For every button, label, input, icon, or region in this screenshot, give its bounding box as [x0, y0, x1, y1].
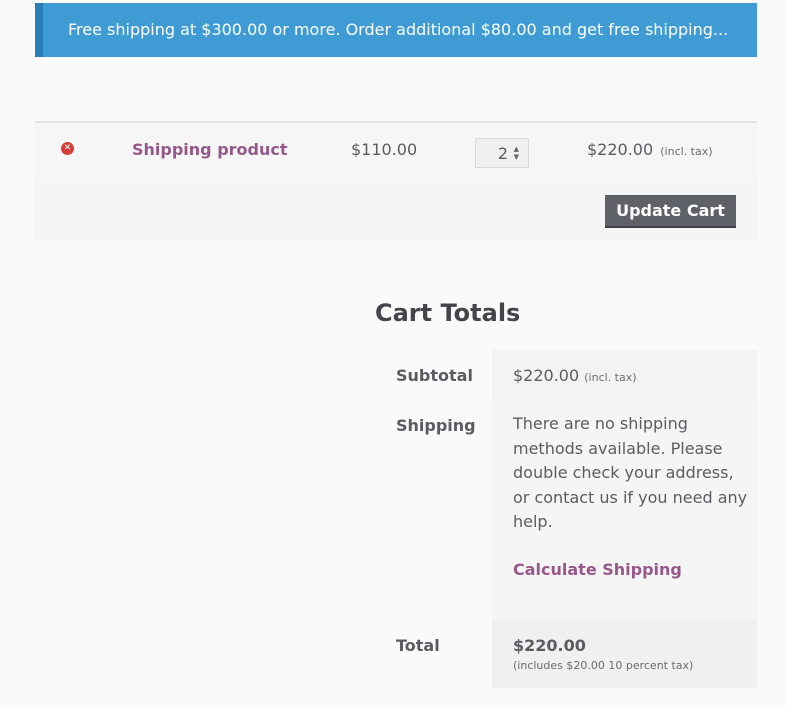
- line-subtotal: $220.00 (incl. tax): [587, 140, 713, 159]
- subtotal-tax-label: (incl. tax): [584, 371, 637, 384]
- notice-text: Free shipping at $300.00 or more. Order …: [68, 20, 729, 39]
- line-total-amount: $220.00: [587, 140, 654, 159]
- update-cart-button[interactable]: Update Cart: [605, 195, 736, 228]
- quantity-value: 2: [497, 144, 508, 163]
- product-price: $110.00: [351, 140, 418, 159]
- shipping-label: Shipping: [396, 416, 476, 435]
- quantity-stepper[interactable]: 2 ▲ ▼: [475, 138, 529, 168]
- subtotal-label: Subtotal: [396, 366, 473, 385]
- cart-totals-title: Cart Totals: [375, 299, 521, 327]
- total-cell: $220.00 (includes $20.00 10 percent tax): [492, 619, 757, 688]
- free-shipping-notice: Free shipping at $300.00 or more. Order …: [35, 3, 757, 57]
- total-value: $220.00: [513, 636, 586, 655]
- calculate-shipping-link[interactable]: Calculate Shipping: [513, 560, 682, 579]
- stepper-arrows-icon[interactable]: ▲ ▼: [514, 145, 519, 161]
- cart-item-row: ✕ Shipping product $110.00 2 ▲ ▼ $220.00 …: [35, 121, 757, 181]
- subtotal-value: $220.00: [513, 366, 580, 385]
- product-name-link[interactable]: Shipping product: [132, 140, 288, 159]
- shipping-cell: There are no shipping methods available.…: [492, 400, 757, 619]
- cart-table: ✕ Shipping product $110.00 2 ▲ ▼ $220.00 …: [35, 121, 757, 241]
- line-total-tax-label: (incl. tax): [660, 145, 713, 158]
- remove-icon[interactable]: ✕: [61, 142, 74, 155]
- shipping-message: There are no shipping methods available.…: [513, 414, 748, 531]
- total-label: Total: [396, 636, 440, 655]
- total-tax-note: (includes $20.00 10 percent tax): [513, 659, 694, 672]
- subtotal-cell: $220.00 (incl. tax): [492, 350, 757, 400]
